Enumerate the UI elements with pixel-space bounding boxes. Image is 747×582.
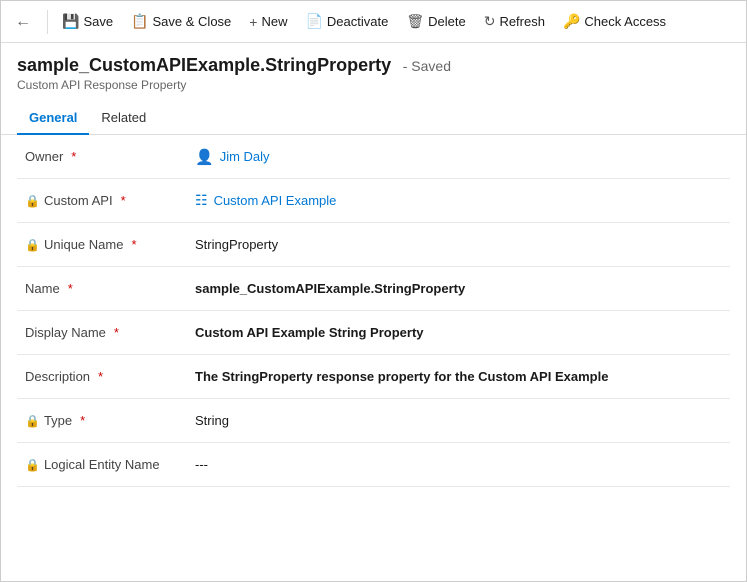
description-label: Description xyxy=(25,369,90,384)
save-close-icon: 📋 xyxy=(131,13,148,30)
type-required: * xyxy=(80,413,85,428)
name-value-cell: sample_CustomAPIExample.StringProperty xyxy=(195,281,722,296)
custom-api-label: Custom API xyxy=(44,193,113,208)
lock-icon-unique-name: 🔒 xyxy=(25,238,40,252)
logical-entity-name-label: Logical Entity Name xyxy=(44,457,160,472)
unique-name-label-cell: 🔒 Unique Name * xyxy=(25,237,195,252)
type-value: String xyxy=(195,413,229,428)
back-button[interactable]: ← xyxy=(9,8,37,36)
person-icon: 👤 xyxy=(195,148,214,166)
description-label-cell: Description * xyxy=(25,369,195,384)
logical-entity-name-value: --- xyxy=(195,457,208,472)
refresh-button[interactable]: ↻ Refresh xyxy=(476,7,553,37)
deactivate-button[interactable]: 📄 Deactivate xyxy=(297,7,396,37)
custom-api-value-cell: ☷ Custom API Example xyxy=(195,192,722,209)
owner-value-cell: 👤 Jim Daly xyxy=(195,148,722,166)
custom-api-value[interactable]: Custom API Example xyxy=(214,193,337,208)
page-title: sample_CustomAPIExample.StringProperty xyxy=(17,55,391,75)
new-label: New xyxy=(261,14,287,29)
delete-button[interactable]: 🗑 Delete xyxy=(398,7,473,37)
field-name: Name * sample_CustomAPIExample.StringPro… xyxy=(17,267,730,311)
name-label: Name xyxy=(25,281,60,296)
save-close-button[interactable]: 📋 Save & Close xyxy=(123,7,239,37)
display-name-value: Custom API Example String Property xyxy=(195,325,424,340)
check-access-icon: 🔑 xyxy=(563,13,580,30)
owner-label-cell: Owner * xyxy=(25,149,195,164)
tabs: General Related xyxy=(1,102,746,135)
save-close-label: Save & Close xyxy=(153,14,232,29)
name-value: sample_CustomAPIExample.StringProperty xyxy=(195,281,465,296)
lock-icon-logical-entity: 🔒 xyxy=(25,458,40,472)
custom-api-required: * xyxy=(121,193,126,208)
page-header: sample_CustomAPIExample.StringProperty -… xyxy=(1,43,746,92)
unique-name-label: Unique Name xyxy=(44,237,124,252)
description-required: * xyxy=(98,369,103,384)
check-access-label: Check Access xyxy=(584,14,666,29)
delete-icon: 🗑 xyxy=(406,13,424,30)
refresh-icon: ↻ xyxy=(484,13,496,30)
page-subtitle: Custom API Response Property xyxy=(17,78,730,92)
deactivate-icon: 📄 xyxy=(305,13,322,30)
new-button[interactable]: + New xyxy=(241,7,295,37)
page-saved-status: - Saved xyxy=(403,58,451,74)
form-area: Owner * 👤 Jim Daly 🔒 Custom API * ☷ Cust… xyxy=(1,135,746,573)
field-custom-api: 🔒 Custom API * ☷ Custom API Example xyxy=(17,179,730,223)
check-access-button[interactable]: 🔑 Check Access xyxy=(555,7,674,37)
new-icon: + xyxy=(249,14,257,30)
logical-entity-name-label-cell: 🔒 Logical Entity Name xyxy=(25,457,195,472)
unique-name-value-cell: StringProperty xyxy=(195,237,722,252)
field-description: Description * The StringProperty respons… xyxy=(17,355,730,399)
owner-label: Owner xyxy=(25,149,63,164)
refresh-label: Refresh xyxy=(499,14,545,29)
owner-value[interactable]: Jim Daly xyxy=(220,149,270,164)
field-type: 🔒 Type * String xyxy=(17,399,730,443)
owner-required: * xyxy=(71,149,76,164)
unique-name-required: * xyxy=(131,237,136,252)
display-name-label: Display Name xyxy=(25,325,106,340)
custom-api-label-cell: 🔒 Custom API * xyxy=(25,193,195,208)
field-logical-entity-name: 🔒 Logical Entity Name --- xyxy=(17,443,730,487)
save-button[interactable]: 💾 Save xyxy=(54,7,121,37)
display-name-required: * xyxy=(114,325,119,340)
entity-icon: ☷ xyxy=(195,192,208,209)
lock-icon-type: 🔒 xyxy=(25,414,40,428)
display-name-value-cell: Custom API Example String Property xyxy=(195,325,722,340)
save-label: Save xyxy=(83,14,113,29)
display-name-label-cell: Display Name * xyxy=(25,325,195,340)
toolbar-separator xyxy=(47,10,48,34)
tab-related[interactable]: Related xyxy=(89,102,158,135)
field-display-name: Display Name * Custom API Example String… xyxy=(17,311,730,355)
type-label: Type xyxy=(44,413,72,428)
field-owner: Owner * 👤 Jim Daly xyxy=(17,135,730,179)
toolbar: ← 💾 Save 📋 Save & Close + New 📄 Deactiva… xyxy=(1,1,746,43)
deactivate-label: Deactivate xyxy=(327,14,388,29)
logical-entity-name-value-cell: --- xyxy=(195,457,722,472)
lock-icon-custom-api: 🔒 xyxy=(25,194,40,208)
delete-label: Delete xyxy=(428,14,466,29)
unique-name-value: StringProperty xyxy=(195,237,278,252)
tab-general[interactable]: General xyxy=(17,102,89,135)
save-icon: 💾 xyxy=(62,13,79,30)
description-value-cell: The StringProperty response property for… xyxy=(195,369,722,384)
page-title-line: sample_CustomAPIExample.StringProperty -… xyxy=(17,55,730,76)
type-label-cell: 🔒 Type * xyxy=(25,413,195,428)
name-label-cell: Name * xyxy=(25,281,195,296)
description-value: The StringProperty response property for… xyxy=(195,369,608,384)
type-value-cell: String xyxy=(195,413,722,428)
field-unique-name: 🔒 Unique Name * StringProperty xyxy=(17,223,730,267)
name-required: * xyxy=(68,281,73,296)
